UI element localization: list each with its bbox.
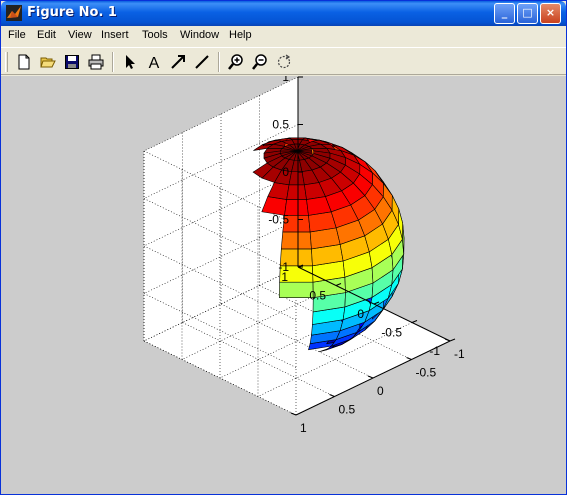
new-figure-button[interactable] <box>13 51 35 73</box>
window-title: Figure No. 1 <box>27 5 117 20</box>
y-tick-label: 1 <box>281 270 288 284</box>
toolbar-separator <box>112 52 114 72</box>
y-tick-label: -1 <box>429 344 440 358</box>
z-tick-label: 1 <box>282 76 289 84</box>
z-tick-label: -0.5 <box>268 213 289 227</box>
open-file-button[interactable] <box>37 51 59 73</box>
close-button[interactable]: × <box>540 3 561 24</box>
x-tick-label: -1 <box>454 347 465 361</box>
x-tick-label: 0.5 <box>339 403 356 417</box>
minimize-button[interactable]: _ <box>494 3 515 24</box>
zoom-out-icon <box>252 54 267 70</box>
y-tick-label: -0.5 <box>381 326 402 340</box>
insert-arrow-icon <box>171 55 185 69</box>
matlab-app-icon <box>6 5 22 21</box>
y-tick-mark <box>449 338 456 342</box>
x-tick-label: 0 <box>377 384 384 398</box>
surface-facet <box>286 184 307 200</box>
menu-tools[interactable]: Tools <box>142 29 168 41</box>
menu-file[interactable]: File <box>8 29 26 41</box>
title-bar[interactable]: Figure No. 1 _ □ × <box>1 1 566 26</box>
surface-facet <box>279 281 314 298</box>
save-button[interactable] <box>61 51 83 73</box>
save-icon <box>65 55 79 69</box>
print-icon <box>88 54 104 70</box>
y-tick-mark <box>411 320 418 323</box>
insert-text-button[interactable]: A <box>143 51 165 73</box>
menu-help[interactable]: Help <box>229 29 252 41</box>
y-tick-label: 0 <box>357 307 364 321</box>
z-tick-label: 0.5 <box>272 118 289 132</box>
toolbar-separator <box>218 52 220 72</box>
figure-canvas[interactable]: 1 0.5 0 -0.5 -1 1 0.5 0 -0.5 -1 -1 -0.5 0 0.5 1 <box>1 76 566 494</box>
open-folder-icon <box>40 57 56 68</box>
z-tick-label: 0 <box>282 165 289 179</box>
sphere-plot[interactable]: 10.50-0.5-110.50-0.5-1 -1-0.500.51 <box>1 76 566 494</box>
insert-line-button[interactable] <box>191 51 213 73</box>
edit-plot-button[interactable] <box>119 51 141 73</box>
insert-arrow-button[interactable] <box>167 51 189 73</box>
zoom-in-button[interactable] <box>225 51 247 73</box>
y-tick-label: 0.5 <box>309 289 326 303</box>
new-file-icon <box>18 54 30 70</box>
toolbar-grip[interactable] <box>5 52 8 72</box>
insert-line-icon <box>195 55 209 69</box>
figure-toolbar: A <box>1 47 566 75</box>
select-arrow-icon <box>126 55 135 69</box>
svg-text:A: A <box>149 55 160 70</box>
menu-view[interactable]: View <box>68 29 92 41</box>
maximize-button[interactable]: □ <box>517 3 538 24</box>
figure-window: Figure No. 1 _ □ × File Edit View Insert… <box>0 0 567 495</box>
menu-insert[interactable]: Insert <box>101 29 129 41</box>
rotate-3d-button[interactable] <box>273 51 295 73</box>
zoom-out-button[interactable] <box>249 51 271 73</box>
surface-facet <box>280 231 312 250</box>
menu-edit[interactable]: Edit <box>37 29 56 41</box>
rotate-3d-icon <box>277 54 291 69</box>
x-tick-label: -0.5 <box>416 366 437 380</box>
insert-text-icon: A <box>149 55 160 70</box>
menu-bar: File Edit View Insert Tools Window Help <box>1 26 566 45</box>
x-tick-label: 1 <box>300 421 307 435</box>
print-button[interactable] <box>85 51 107 73</box>
zoom-in-icon <box>228 54 243 70</box>
menu-window[interactable]: Window <box>180 29 219 41</box>
